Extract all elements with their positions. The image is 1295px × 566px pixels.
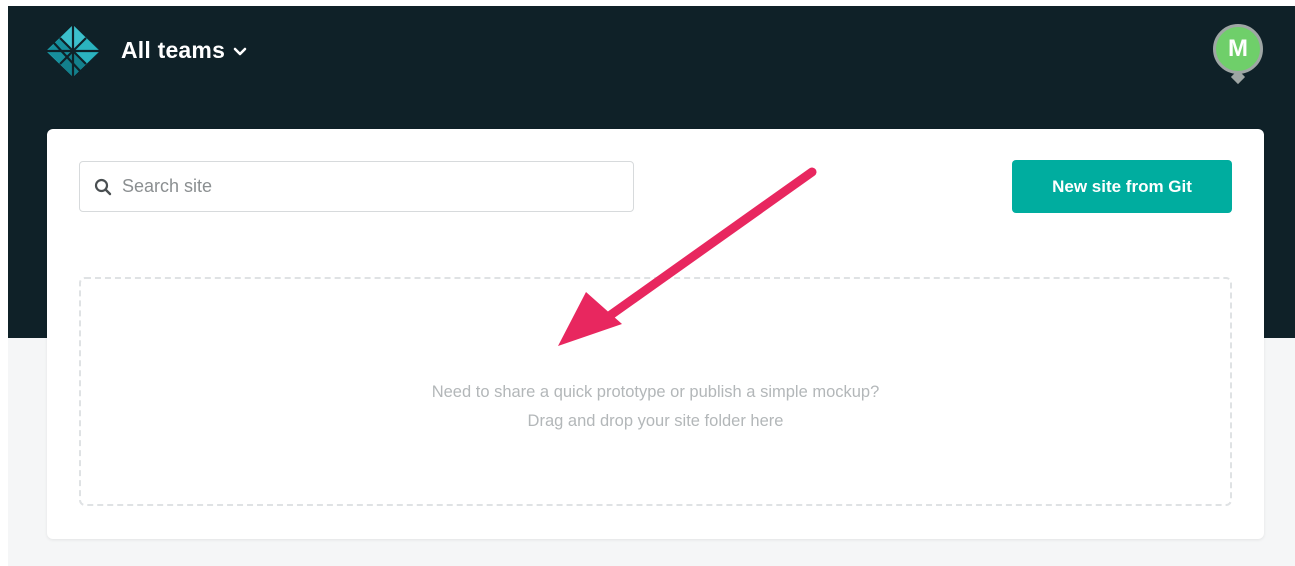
user-avatar[interactable]: M bbox=[1213, 24, 1263, 74]
search-input[interactable] bbox=[122, 176, 602, 197]
netlify-diamond-icon[interactable] bbox=[44, 23, 102, 79]
search-box[interactable] bbox=[79, 161, 634, 212]
team-switcher-label: All teams bbox=[121, 37, 226, 63]
search-icon bbox=[94, 178, 112, 195]
sites-card: New site from Git Need to share a quick … bbox=[47, 129, 1264, 539]
new-site-from-git-button[interactable]: New site from Git bbox=[1012, 160, 1232, 213]
team-switcher[interactable]: All teams bbox=[121, 37, 247, 64]
app-frame: All teams M New site from Git Need to sh… bbox=[8, 6, 1295, 566]
drop-zone[interactable]: Need to share a quick prototype or publi… bbox=[79, 277, 1232, 506]
drop-zone-line-2: Drag and drop your site folder here bbox=[527, 411, 784, 430]
drop-zone-line-1: Need to share a quick prototype or publi… bbox=[431, 382, 880, 401]
avatar-initial: M bbox=[1228, 35, 1248, 62]
chevron-down-icon bbox=[233, 47, 247, 56]
